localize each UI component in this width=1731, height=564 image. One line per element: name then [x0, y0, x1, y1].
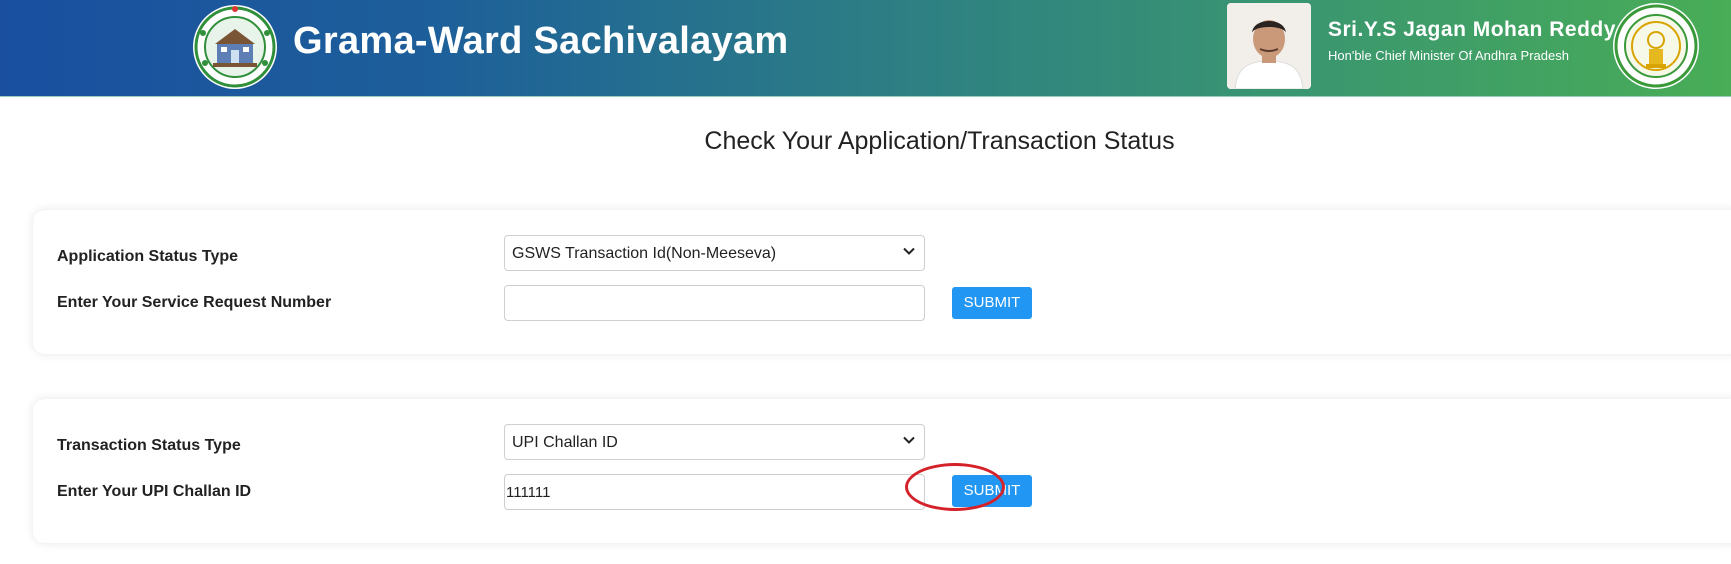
andhra-pradesh-emblem-icon — [1612, 2, 1700, 90]
transaction-status-card: Transaction Status Type UPI Challan ID E… — [33, 399, 1731, 543]
application-status-type-value: GSWS Transaction Id(Non-Meeseva) — [512, 245, 777, 262]
chief-minister-name: Sri.Y.S Jagan Mohan Reddy — [1328, 18, 1616, 41]
application-status-card: Application Status Type GSWS Transaction… — [33, 210, 1731, 354]
site-header: Grama-Ward Sachivalayam Sri.Y.S Jagan Mo… — [0, 0, 1731, 97]
submit-highlight-annotation — [905, 463, 1005, 511]
transaction-status-type-label: Transaction Status Type — [57, 437, 241, 454]
application-submit-button[interactable]: SUBMIT — [952, 287, 1032, 319]
page-title: Check Your Application/Transaction Statu… — [704, 127, 1175, 155]
application-status-type-select[interactable]: GSWS Transaction Id(Non-Meeseva) — [504, 235, 925, 271]
chief-minister-role: Hon'ble Chief Minister Of Andhra Pradesh — [1328, 48, 1569, 63]
transaction-status-type-value: UPI Challan ID — [512, 434, 618, 451]
service-request-number-input[interactable] — [504, 285, 925, 321]
upi-challan-id-input[interactable] — [504, 474, 925, 510]
chevron-down-icon — [903, 247, 915, 255]
app-title: Grama-Ward Sachivalayam — [293, 20, 789, 62]
chief-minister-photo — [1227, 3, 1311, 89]
sachivalayam-logo-icon[interactable] — [191, 3, 279, 91]
chevron-down-icon — [903, 436, 915, 444]
main-content: Check Your Application/Transaction Statu… — [0, 97, 1731, 564]
application-status-type-label: Application Status Type — [57, 248, 239, 265]
upi-challan-id-label: Enter Your UPI Challan ID — [57, 483, 252, 500]
transaction-status-type-select[interactable]: UPI Challan ID — [504, 424, 925, 460]
service-request-number-label: Enter Your Service Request Number — [57, 294, 332, 311]
